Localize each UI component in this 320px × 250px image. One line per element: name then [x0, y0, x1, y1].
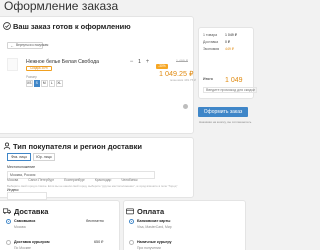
delivery-option-price: 650 ₽: [94, 240, 104, 244]
payment-title: Оплата: [137, 207, 165, 216]
product-name[interactable]: Нежное белье Белая Свобода: [26, 59, 99, 65]
size-option[interactable]: XL: [56, 80, 63, 87]
arrow-left-icon: ←: [10, 43, 14, 48]
zip-input[interactable]: [7, 192, 47, 200]
summary-discount-value: 449 ₽: [225, 47, 235, 51]
city-link[interactable]: Екатеринбург: [64, 178, 85, 182]
delivery-option-note: По Москве: [14, 246, 31, 250]
city-link[interactable]: Краснодар: [95, 178, 111, 182]
tab-individual[interactable]: Физ. лицо: [7, 153, 31, 161]
payment-option-radio[interactable]: [129, 219, 134, 224]
back-label: Вернуться к покупкам: [16, 43, 49, 47]
delivery-option-radio[interactable]: [6, 240, 11, 245]
city-link[interactable]: Санкт-Петербург: [28, 178, 54, 182]
product-discount-badge: Скидка 30%: [26, 66, 52, 71]
size-label: Размер: [26, 75, 37, 79]
truck-icon: [3, 207, 11, 215]
size-option-selected[interactable]: S: [33, 80, 40, 87]
order-summary-card: 1 товара 1 049 ₽ Доставка 0 ₽ Экономия 4…: [198, 27, 257, 99]
summary-delivery-label: Доставка: [203, 40, 219, 44]
increase-quantity-button[interactable]: +: [144, 59, 151, 66]
city-link[interactable]: Челябинск: [121, 178, 137, 182]
payment-option-note: Visa, MasterCard, Мир: [137, 225, 172, 229]
cart-title: Ваш заказ готов к оформлению: [13, 22, 131, 31]
summary-total-label: Итого: [203, 77, 213, 81]
quantity-value[interactable]: 1: [135, 59, 144, 66]
product-thumbnail[interactable]: [7, 58, 18, 71]
decrease-quantity-button[interactable]: −: [128, 59, 135, 66]
delivery-option-radio[interactable]: [6, 219, 11, 224]
page-title: Оформление заказа: [4, 0, 119, 13]
city-hint: Выберите свой город в списке. Если вы не…: [7, 184, 178, 188]
size-option[interactable]: L: [48, 80, 55, 87]
check-circle-icon: [3, 22, 11, 30]
delete-item-icon[interactable]: [183, 104, 188, 109]
summary-total-value: 1 049: [225, 77, 243, 84]
popular-cities: Москва Санкт-Петербург Екатеринбург Крас…: [7, 178, 138, 182]
promo-code-input[interactable]: Введите промокод для скидки: [203, 87, 257, 93]
payment-option-note: При получении: [137, 246, 161, 250]
delivery-option-name[interactable]: Самовывоз: [14, 219, 35, 223]
current-price: 1 049.25 ₽: [159, 69, 194, 78]
place-order-button[interactable]: Оформить заказ: [198, 107, 248, 117]
payment-option-name[interactable]: Банковские карты: [137, 219, 170, 223]
size-option[interactable]: M: [41, 80, 48, 87]
size-selector: XS S M L XL: [26, 80, 63, 87]
summary-discount-label: Экономия: [203, 47, 220, 51]
agreement-text: Нажимая на кнопку, вы соглашаетесь: [199, 120, 252, 124]
user-icon: [3, 142, 11, 150]
summary-items-value: 1 049 ₽: [225, 33, 237, 37]
old-price: 1 499 ₽: [176, 59, 188, 63]
saving-text: экономия 449.75 ₽: [170, 78, 196, 82]
location-label: Местоположение: [7, 165, 36, 169]
payment-option-radio[interactable]: [129, 240, 134, 245]
wallet-icon: [126, 207, 134, 215]
summary-items-label: 1 товара: [203, 33, 218, 37]
payment-option-name[interactable]: Наличные курьеру: [137, 240, 172, 244]
city-link[interactable]: Москва: [7, 178, 18, 182]
summary-delivery-value: 0 ₽: [225, 40, 231, 44]
quantity-stepper: − 1 +: [128, 59, 151, 66]
back-to-shopping-button[interactable]: ← Вернуться к покупкам: [7, 42, 48, 49]
delivery-option-note: Москва: [14, 225, 26, 229]
size-option[interactable]: XS: [26, 80, 33, 87]
delivery-option-price: бесплатно: [86, 219, 104, 223]
delivery-title: Доставка: [14, 207, 49, 216]
tab-legal-entity[interactable]: Юр. лицо: [33, 153, 55, 161]
buyer-title: Тип покупателя и регион доставки: [13, 142, 142, 151]
delivery-option-name[interactable]: Доставка курьером: [14, 240, 50, 244]
